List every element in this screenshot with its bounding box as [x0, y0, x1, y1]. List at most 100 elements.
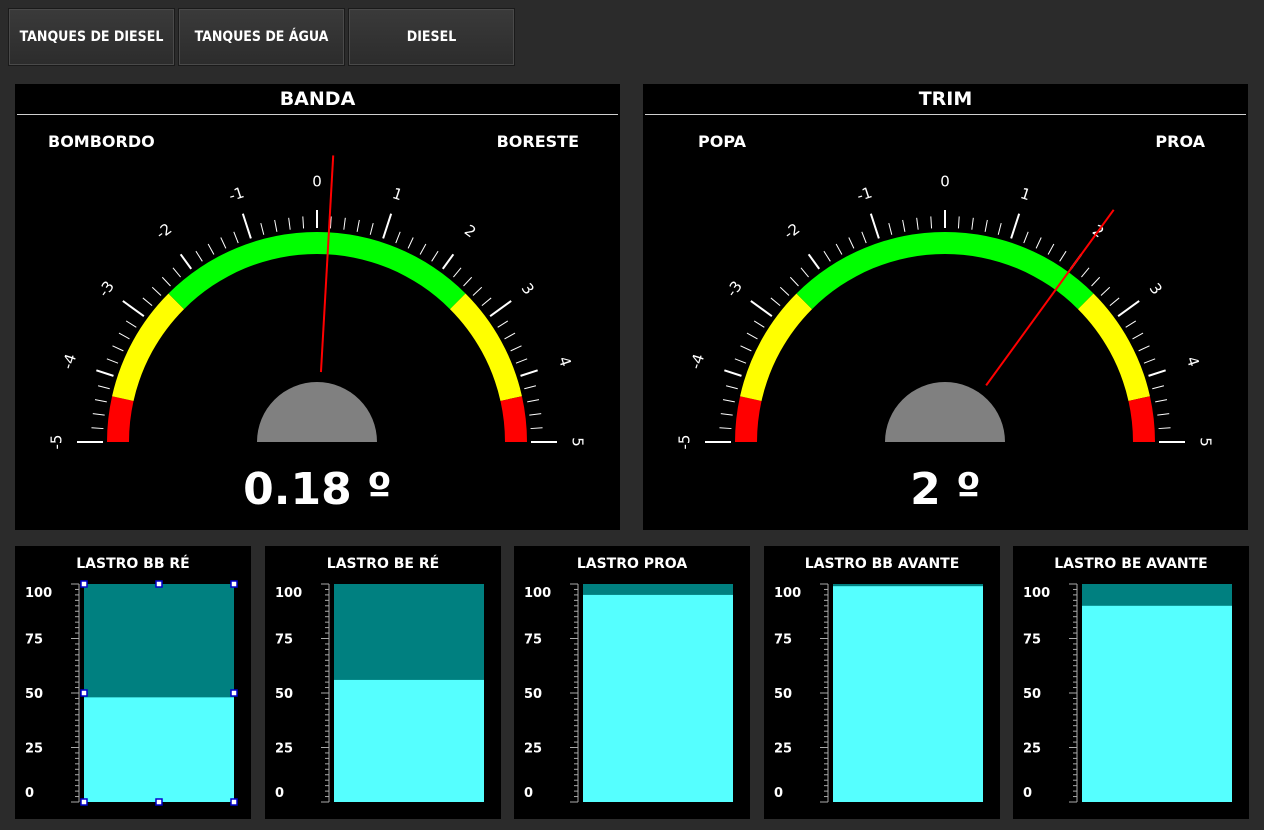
tank-lastro-bb-re[interactable]: 100 75 50 25 0 LASTRO BB RÉ	[15, 546, 251, 819]
tank-scale-label: 75	[1023, 633, 1041, 648]
scale-label: -5	[676, 435, 694, 450]
gauge-needle	[319, 155, 335, 373]
scale-tick	[807, 253, 821, 270]
trim-gauge-panel: TRIM POPA PROA -5-4-3-2-1012345 2 º	[643, 84, 1248, 530]
scale-tick	[984, 219, 988, 232]
scale-label: 2	[461, 221, 479, 241]
scale-label: -3	[95, 278, 118, 301]
tank-fill-bar	[334, 679, 484, 802]
scale-tick	[481, 297, 492, 306]
tank-fill-bar	[583, 594, 733, 802]
scale-tick	[725, 385, 738, 390]
tab-tanques-de-diesel[interactable]: TANQUES DE DIESEL	[8, 8, 175, 66]
scale-tick	[823, 250, 831, 262]
scale-tick	[356, 219, 360, 232]
scale-tick	[172, 267, 181, 278]
selection-handle	[230, 798, 238, 806]
scale-tick	[835, 243, 843, 255]
scale-label: -2	[153, 220, 176, 243]
scale-label: -5	[48, 435, 66, 450]
scale-label: 0	[940, 173, 950, 191]
selection-handle	[155, 798, 163, 806]
scale-tick	[489, 300, 512, 318]
scale-tick	[957, 216, 960, 229]
tank-scale-label: 100	[774, 586, 801, 601]
scale-tick	[260, 222, 265, 235]
tank-fill-bar	[833, 586, 983, 802]
gauge-hub	[257, 382, 377, 442]
scale-label: -1	[227, 183, 247, 205]
tank-scale-label: 75	[275, 633, 293, 648]
tank-scale-label: 25	[25, 742, 43, 757]
scale-tick	[740, 345, 752, 352]
tank-scale-label: 100	[25, 586, 52, 601]
scale-tick	[861, 231, 867, 244]
scale-tick	[161, 276, 171, 287]
scale-label: 4	[1183, 354, 1203, 369]
tank-fill-bar	[84, 697, 234, 802]
scale-tick	[527, 399, 540, 403]
tank-lastro-proa: 100 75 50 25 0 LASTRO PROA	[514, 546, 750, 819]
scale-tick	[724, 369, 742, 377]
tank-title: LASTRO BB AVANTE	[804, 556, 960, 572]
tank-scale-label: 75	[774, 633, 792, 648]
scale-tick	[97, 385, 110, 390]
scale-tick	[151, 286, 162, 296]
selection-handle	[230, 580, 238, 588]
scale-tick	[1157, 413, 1170, 416]
scale-tick	[431, 250, 439, 262]
tank-fill-bar	[1082, 605, 1232, 802]
scale-tick	[997, 222, 1002, 235]
scale-tick	[530, 427, 543, 430]
scale-tick	[395, 231, 401, 244]
tank-title: LASTRO BB RÉ	[76, 556, 190, 572]
selection-handle	[80, 798, 88, 806]
scale-tick	[916, 217, 919, 230]
scale-tick	[734, 358, 747, 364]
scale-tick	[1138, 345, 1150, 352]
red-zone-left	[107, 396, 134, 442]
scale-tick	[722, 399, 735, 403]
scale-tick	[1155, 399, 1168, 403]
selection-handle	[155, 580, 163, 588]
tank-level-chart: 100 75 50 25 0	[1023, 583, 1232, 803]
scale-tick	[1047, 243, 1055, 255]
scale-tick	[112, 345, 124, 352]
tank-scale-label: 100	[1023, 586, 1050, 601]
scale-tick	[770, 297, 781, 306]
scale-tick	[515, 358, 528, 364]
scale-tick	[343, 217, 346, 230]
scale-tick	[510, 345, 522, 352]
scale-tick	[1035, 237, 1042, 249]
scale-tick	[971, 217, 974, 230]
tank-lastro-be-re: 100 75 50 25 0 LASTRO BE RÉ	[265, 546, 501, 819]
scale-tick	[1152, 385, 1165, 390]
tab-tanques-de-agua[interactable]: TANQUES DE ÁGUA	[178, 8, 345, 66]
scale-tick	[195, 250, 203, 262]
scale-tick	[930, 216, 933, 229]
scale-tick	[463, 276, 473, 287]
tank-scale-label: 100	[524, 586, 551, 601]
tank-scale-label: 75	[25, 633, 43, 648]
scale-tick	[106, 358, 119, 364]
scale-tick	[750, 300, 773, 318]
scale-tick	[179, 253, 193, 270]
scale-tick	[888, 222, 893, 235]
scale-tick	[1125, 320, 1137, 328]
scale-tick	[720, 413, 733, 416]
scale-label: -1	[855, 183, 875, 205]
scale-label: 5	[569, 437, 587, 447]
tank-scale-label: 50	[25, 687, 43, 702]
scale-tick	[753, 320, 765, 328]
tab-diesel[interactable]: DIESEL	[348, 8, 515, 66]
selection-handle	[80, 580, 88, 588]
tank-scale-label: 50	[1023, 687, 1041, 702]
scale-tick	[524, 385, 537, 390]
scale-tick	[92, 413, 105, 416]
scale-tick	[302, 216, 305, 229]
scale-tick	[497, 320, 509, 328]
scale-tick	[122, 300, 145, 318]
tank-scale-label: 25	[774, 742, 792, 757]
scale-label: 1	[1018, 184, 1033, 204]
scale-label: -3	[723, 278, 746, 301]
